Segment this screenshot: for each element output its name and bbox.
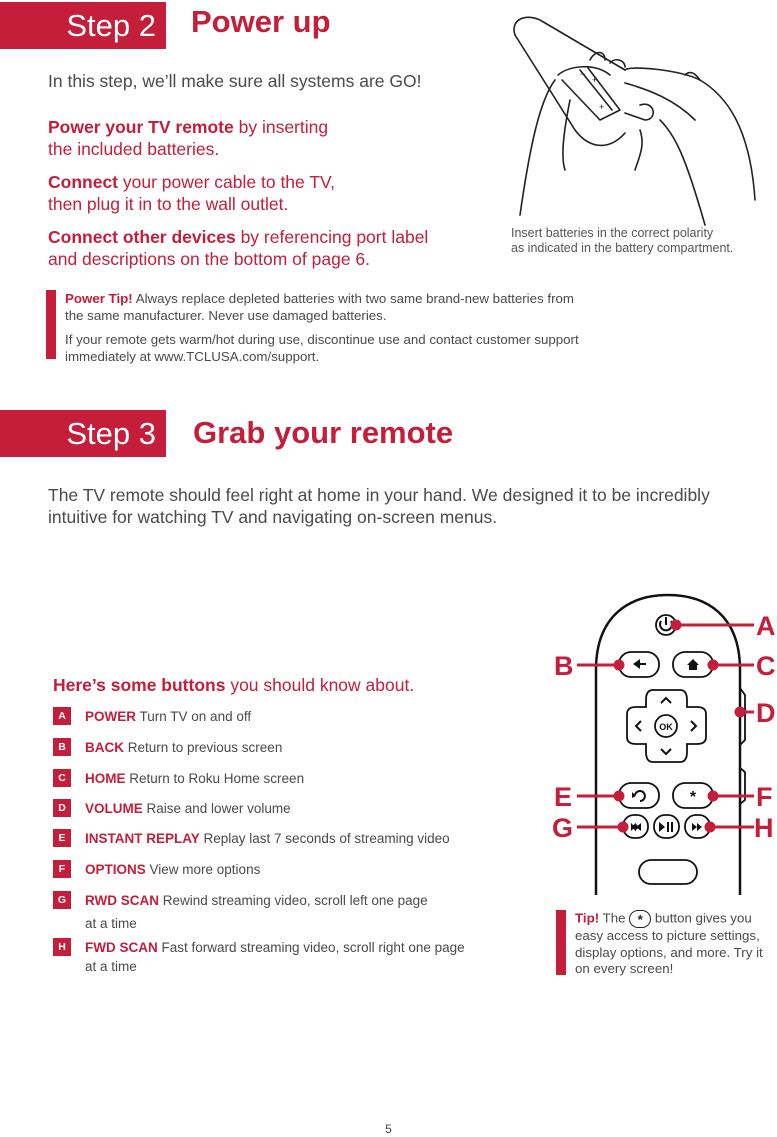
buttons-heading: Here’s some buttons you should know abou…	[53, 675, 415, 695]
label-e: E	[554, 782, 572, 812]
options-tip: Tip! The * button gives you easy access …	[556, 910, 777, 976]
step3-title: Grab your remote	[193, 415, 454, 450]
replay-button	[618, 782, 660, 809]
battery-insertion-illustration: − + +	[513, 16, 756, 226]
label-c: C	[756, 651, 776, 681]
step2-item-3-bold: Connect other devices	[48, 227, 236, 247]
step2-item-2: Connect your power cable to the TV, then…	[48, 172, 335, 214]
svg-text:+: +	[599, 102, 604, 112]
asterisk-icon: *	[690, 789, 697, 806]
page-number: 5	[385, 1122, 392, 1136]
step2-label: Step 2	[0, 2, 166, 49]
label-h: H	[754, 813, 774, 843]
svg-text:+: +	[592, 75, 597, 85]
asterisk-icon: *	[629, 910, 652, 928]
step3-label: Step 3	[0, 410, 166, 457]
step2-item-3: Connect other devices by referencing por…	[48, 227, 429, 269]
power-tip: Power Tip! Always replace depleted batte…	[46, 290, 585, 364]
step2-intro: In this step, we’ll make sure all system…	[48, 71, 422, 91]
power-tip-label: Power Tip!	[65, 291, 133, 306]
step3-intro: The TV remote should feel right at home …	[48, 485, 710, 527]
play-pause-button	[653, 814, 680, 839]
label-a: A	[756, 611, 776, 641]
remote-diagram: OK * A B C D E F G H	[552, 593, 776, 895]
label-d: D	[756, 698, 776, 728]
step2-title: Power up	[191, 4, 331, 39]
options-tip-label: Tip!	[575, 910, 600, 926]
step2-item-1: Power your TV remote by inserting the in…	[48, 117, 329, 159]
svg-text:−: −	[580, 69, 585, 79]
ok-label: OK	[659, 722, 673, 732]
step2-item-1-bold: Power your TV remote	[48, 117, 234, 137]
label-b: B	[554, 651, 574, 681]
label-g: G	[552, 813, 573, 843]
power-tip-warning: If your remote gets warm/hot during use,…	[65, 332, 579, 364]
battery-caption: Insert batteries in the correct polarity…	[511, 226, 734, 255]
bottom-button	[638, 859, 698, 885]
step2-item-2-bold: Connect	[48, 172, 118, 192]
label-f: F	[756, 782, 773, 812]
